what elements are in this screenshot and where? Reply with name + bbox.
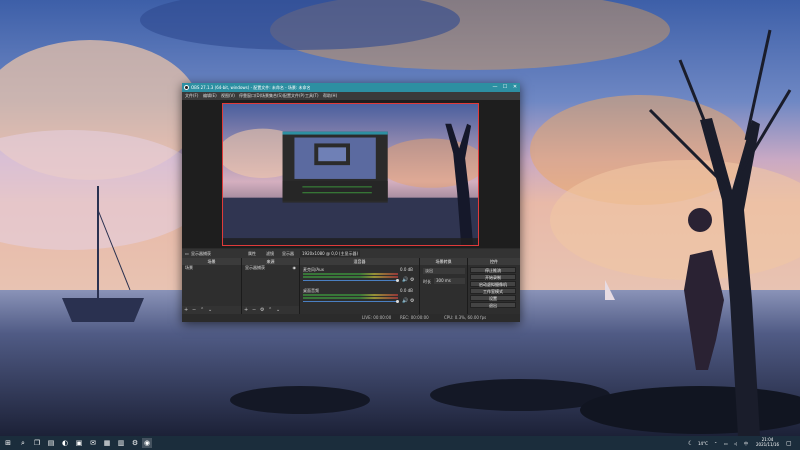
source-toolbar: ▭ 显示器捕获 属性 滤镜 显示器 1920x1080 @ 0,0 (主显示器) [182, 249, 520, 258]
taskbar: ⊞ ⌕ ❐ ▤ ◐ ▣ ✉ ▦ ▥ ⚙ ◉ ☾ 14°C ⌃ ▭ ◁ 中 21:… [0, 436, 800, 450]
live-status: LIVE: 00:00:00 [362, 315, 392, 320]
move-up-icon[interactable]: ⌃ [200, 306, 204, 314]
start-recording-button[interactable]: 开始录制 [470, 274, 516, 280]
source-item[interactable]: 显示器捕获 ◉ [242, 265, 299, 271]
obs-logo-icon [184, 85, 189, 90]
mic-speaker-icon[interactable]: 🔊 [402, 277, 408, 283]
add-source-icon[interactable]: + [244, 306, 248, 314]
transitions-dock: 场景转换 淡出 时长 300 ms [420, 258, 468, 314]
display-label: 显示器 [282, 251, 294, 256]
app-icon[interactable]: ▥ [116, 438, 126, 448]
obs-window: OBS 27.1.3 (64-bit, windows) - 配置文件: 未命名… [182, 83, 520, 322]
mixer-channel-desktop-db: 0.0 dB [400, 288, 413, 293]
search-icon[interactable]: ⌕ [18, 438, 28, 448]
window-titlebar[interactable]: OBS 27.1.3 (64-bit, windows) - 配置文件: 未命名… [182, 83, 520, 92]
volume-icon[interactable]: ◁ [734, 441, 737, 446]
scenes-dock: 场景 场景 + − ⌃ ⌄ [182, 258, 242, 314]
mic-level-meter-r [303, 276, 398, 278]
move-down-icon[interactable]: ⌄ [208, 306, 212, 314]
menu-file[interactable]: 文件(F) [185, 92, 198, 100]
settings-button[interactable]: 设置 [470, 295, 516, 301]
dock-area: 场景 场景 + − ⌃ ⌄ 来源 显示器捕获 ◉ + − ⚙ ⌃ ⌄ 混音器 麦… [182, 258, 520, 314]
menu-scene-collection[interactable]: 场景集合(S) [261, 92, 283, 100]
desktop-level-meter [303, 294, 398, 296]
mic-volume-slider[interactable] [303, 280, 398, 281]
clock[interactable]: 21:04 2021/11/16 [756, 437, 779, 447]
visibility-eye-icon[interactable]: ◉ [293, 265, 297, 271]
task-view-icon[interactable]: ❐ [32, 438, 42, 448]
program-preview[interactable] [222, 103, 479, 246]
properties-button[interactable]: 属性 [248, 249, 256, 258]
mixer-channel-mic-db: 0.0 dB [400, 267, 413, 272]
remove-source-icon[interactable]: − [252, 306, 256, 314]
monitor-icon: ▭ [185, 251, 189, 256]
folder-icon[interactable]: ▦ [102, 438, 112, 448]
start-virtual-camera-button[interactable]: 启动虚拟摄像机 [470, 281, 516, 287]
ime-icon[interactable]: 中 [744, 441, 748, 447]
duration-label: 时长 [423, 279, 431, 284]
source-down-icon[interactable]: ⌄ [276, 306, 280, 314]
status-bar: LIVE: 00:00:00 REC: 00:00:00 CPU: 0.3%, … [182, 314, 520, 322]
weather-icon[interactable]: ☾ [688, 440, 693, 447]
window-title: OBS 27.1.3 (64-bit, windows) - 配置文件: 未命名… [191, 85, 311, 90]
sources-header: 来源 [242, 258, 299, 265]
exit-button[interactable]: 退出 [470, 302, 516, 308]
transitions-header: 场景转换 [420, 258, 467, 265]
source-item-label: 显示器捕获 [245, 265, 265, 270]
menu-bar: 文件(F) 编辑(E) 视图(V) 停靠窗口(D) 场景集合(S) 配置文件(P… [182, 92, 520, 100]
desktop-gear-icon[interactable]: ⚙ [410, 298, 414, 304]
clock-date: 2021/11/16 [756, 442, 780, 447]
network-icon[interactable]: ▭ [724, 441, 728, 446]
scenes-footer: + − ⌃ ⌄ [182, 306, 241, 314]
mixer-header: 混音器 [300, 258, 419, 265]
close-button[interactable]: ✕ [510, 83, 520, 92]
transition-select[interactable]: 淡出 [423, 268, 465, 274]
desktop-volume-knob[interactable] [396, 300, 399, 303]
studio-mode-button[interactable]: 工作室模式 [470, 288, 516, 294]
desktop-speaker-icon[interactable]: 🔊 [402, 298, 408, 304]
display-select[interactable]: 1920x1080 @ 0,0 (主显示器) [300, 250, 361, 257]
mic-level-meter [303, 273, 398, 275]
filters-button[interactable]: 滤镜 [266, 249, 274, 258]
notification-icon[interactable]: ▢ [786, 440, 792, 447]
scene-item[interactable]: 场景 [182, 265, 241, 271]
weather-temp[interactable]: 14°C [698, 441, 708, 446]
rec-status: REC: 00:00:00 [400, 315, 429, 320]
audio-mixer-dock: 混音器 麦克风/Aux 0.0 dB 🔊 ⚙ 桌面音频 0.0 dB 🔊 ⚙ [300, 258, 420, 314]
settings-app-icon[interactable]: ⚙ [130, 438, 140, 448]
mic-gear-icon[interactable]: ⚙ [410, 277, 414, 283]
cpu-status: CPU: 0.3%, 60.00 fps [444, 315, 487, 320]
obs-taskbar-icon[interactable]: ◉ [142, 438, 152, 448]
sources-dock: 来源 显示器捕获 ◉ + − ⚙ ⌃ ⌄ [242, 258, 300, 314]
menu-tools[interactable]: 工具(T) [305, 92, 319, 100]
edge-browser-icon[interactable]: ◐ [60, 438, 70, 448]
menu-help[interactable]: 帮助(H) [323, 92, 337, 100]
preview-area [182, 100, 520, 248]
sources-footer: + − ⚙ ⌃ ⌄ [242, 306, 299, 314]
scenes-header: 场景 [182, 258, 241, 265]
menu-profile[interactable]: 配置文件(P) [283, 92, 305, 100]
source-settings-icon[interactable]: ⚙ [260, 306, 264, 314]
tray-chevron-icon[interactable]: ⌃ [714, 441, 717, 446]
store-icon[interactable]: ▣ [74, 438, 84, 448]
menu-docks[interactable]: 停靠窗口(D) [239, 92, 261, 100]
menu-view[interactable]: 视图(V) [221, 92, 235, 100]
menu-edit[interactable]: 编辑(E) [203, 92, 217, 100]
desktop-level-meter-r [303, 297, 398, 299]
add-scene-icon[interactable]: + [184, 306, 188, 314]
controls-header: 控件 [468, 258, 520, 265]
mail-icon[interactable]: ✉ [88, 438, 98, 448]
maximize-button[interactable]: ☐ [500, 83, 510, 92]
remove-scene-icon[interactable]: − [192, 306, 196, 314]
file-explorer-icon[interactable]: ▤ [46, 438, 56, 448]
desktop-volume-slider[interactable] [303, 301, 398, 302]
duration-input[interactable]: 300 ms [434, 278, 465, 284]
minimize-button[interactable]: — [490, 83, 500, 92]
source-up-icon[interactable]: ⌃ [268, 306, 272, 314]
current-source-label: 显示器捕获 [191, 251, 211, 256]
mic-volume-knob[interactable] [396, 279, 399, 282]
windows-start-icon[interactable]: ⊞ [3, 438, 13, 448]
stop-streaming-button[interactable]: 停止推流 [470, 267, 516, 273]
